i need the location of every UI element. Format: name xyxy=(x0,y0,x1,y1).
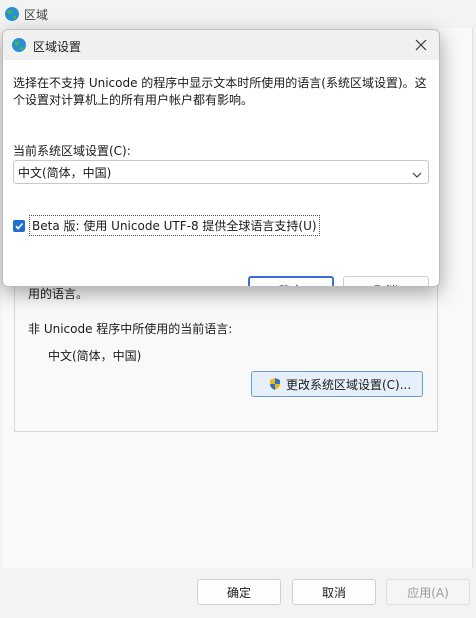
change-system-locale-label: 更改系统区域设置(C)... xyxy=(286,377,412,392)
change-system-locale-button[interactable]: 更改系统区域设置(C)... xyxy=(251,371,423,397)
uac-shield-icon xyxy=(268,377,282,391)
dialog-body: 选择在不支持 Unicode 的程序中显示文本时所使用的语言(系统区域设置)。这… xyxy=(3,60,439,286)
dialog-description: 选择在不支持 Unicode 的程序中显示文本时所使用的语言(系统区域设置)。这… xyxy=(13,76,427,107)
region-settings-dialog: 区域设置 选择在不支持 Unicode 的程序中显示文本时所使用的语言(系统区域… xyxy=(2,29,440,287)
dialog-title: 区域设置 xyxy=(33,40,82,54)
region-window-title: 区域 xyxy=(24,8,49,22)
globe-icon xyxy=(11,37,27,53)
current-language-value: 中文(简体，中国) xyxy=(48,349,142,363)
ok-button[interactable]: 确定 xyxy=(197,579,281,605)
system-locale-dropdown[interactable]: 中文(简体，中国) xyxy=(13,160,429,184)
globe-icon xyxy=(4,6,20,22)
chevron-down-icon xyxy=(412,168,422,178)
dialog-titlebar: 区域设置 xyxy=(3,30,439,60)
utf8-beta-checkbox[interactable] xyxy=(13,219,25,232)
cancel-button[interactable]: 取消 xyxy=(292,579,376,605)
region-window-titlebar: 区域 xyxy=(0,0,476,28)
system-locale-label: 当前系统区域设置(C): xyxy=(13,144,131,158)
group-description-tail: 用的语言。 xyxy=(28,287,89,301)
utf8-beta-option[interactable]: Beta 版: 使用 Unicode UTF-8 提供全球语言支持(U) xyxy=(13,215,320,236)
dialog-ok-button[interactable]: 确定 xyxy=(248,276,334,286)
close-icon[interactable] xyxy=(411,35,431,55)
non-unicode-label: 非 Unicode 程序中所使用的当前语言: xyxy=(28,322,233,336)
system-locale-value: 中文(简体，中国) xyxy=(18,165,112,180)
check-icon xyxy=(15,222,24,230)
dialog-cancel-button[interactable]: 取消 xyxy=(343,276,429,286)
utf8-beta-label: Beta 版: 使用 Unicode UTF-8 提供全球语言支持(U) xyxy=(29,215,320,236)
apply-button[interactable]: 应用(A) xyxy=(386,579,470,605)
